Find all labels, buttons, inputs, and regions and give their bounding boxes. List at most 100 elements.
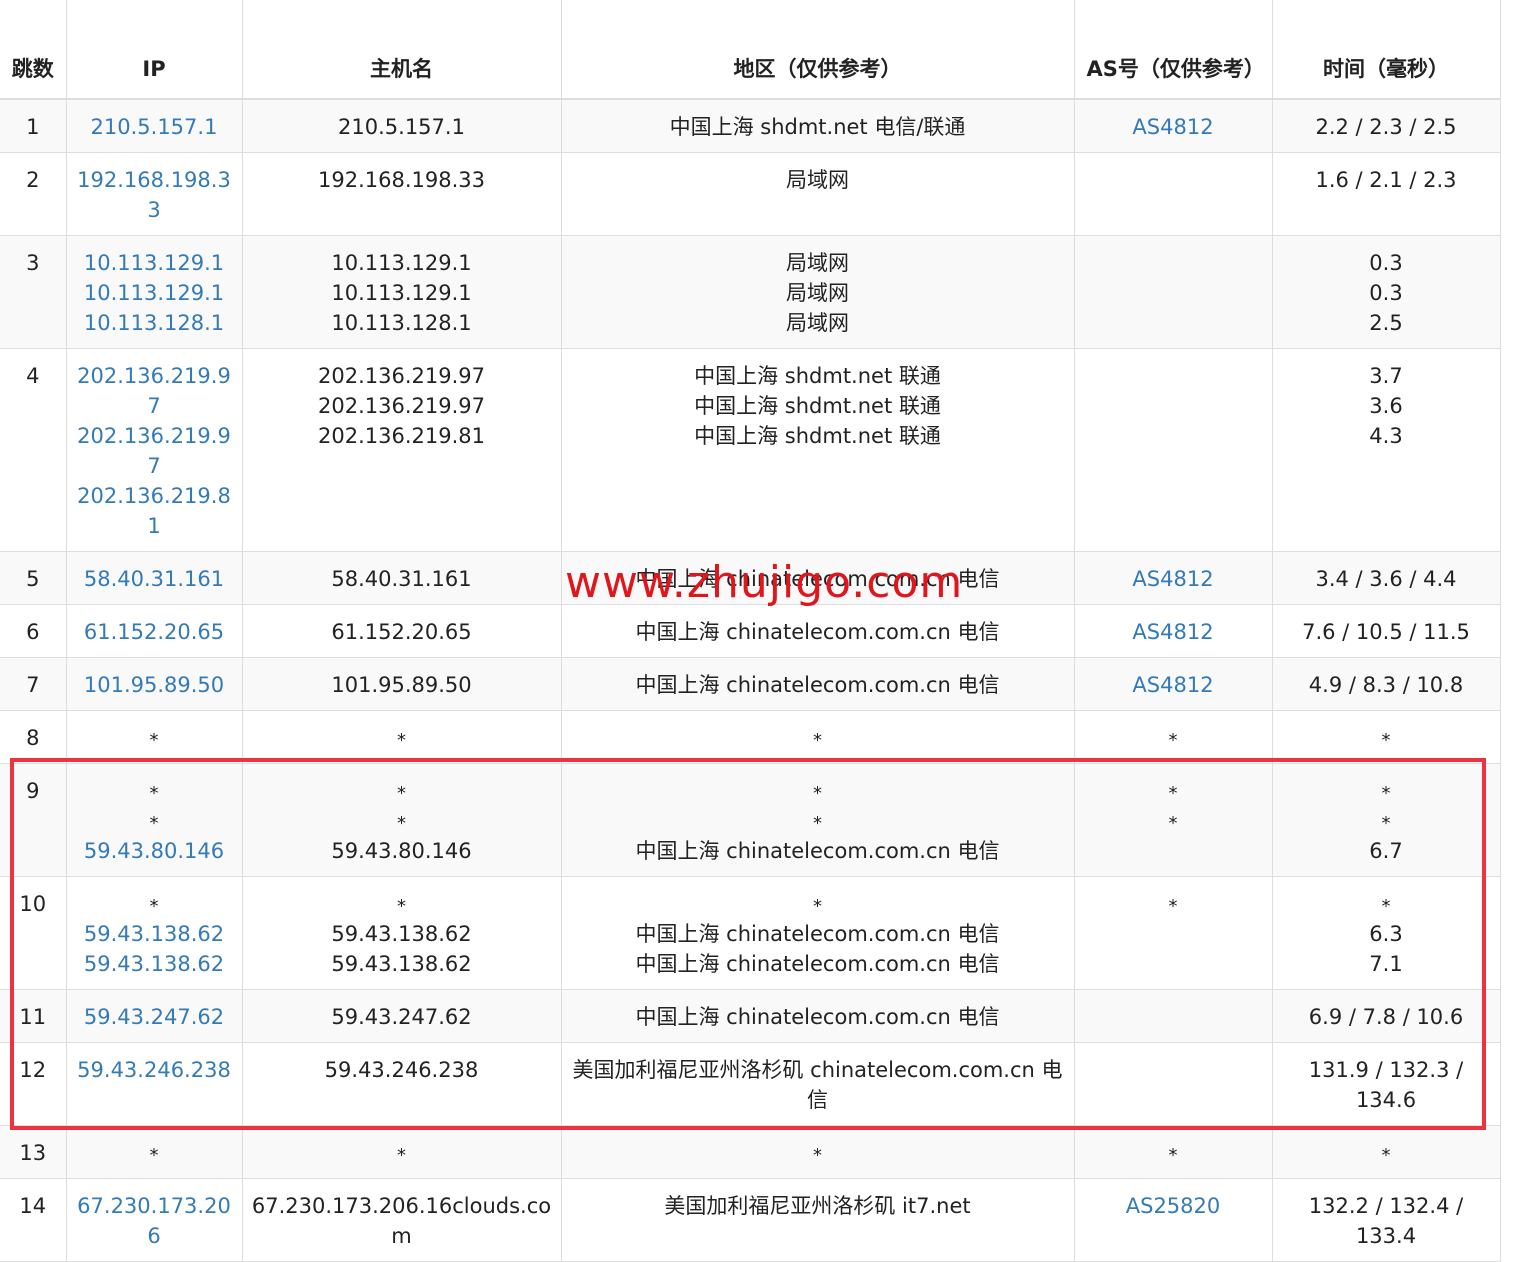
ip-link[interactable]: 58.40.31.161	[75, 564, 234, 594]
ip-cell: 202.136.219.97 202.136.219.97 202.136.219.…	[66, 348, 243, 552]
table-row: 9 * * 59.43.80.146 * * 59.43.80.146 * * 中国上海 chin…	[0, 763, 1501, 877]
as-cell: *	[1074, 710, 1273, 764]
ip-link[interactable]: 59.43.247.62	[75, 1002, 234, 1032]
host-text: 61.152.20.65	[331, 620, 472, 644]
time-text: 0.3	[1369, 251, 1403, 275]
ip-link[interactable]: 210.5.157.1	[75, 112, 234, 142]
region-cell: 中国上海 chinatelecom.com.cn 电信	[561, 989, 1075, 1043]
time-text: 2.2 / 2.3 / 2.5	[1315, 115, 1457, 139]
ip-cell: 59.43.246.238	[66, 1042, 243, 1126]
ip-link[interactable]: 192.168.198.33	[75, 165, 234, 225]
region-text: 局域网	[786, 311, 849, 335]
hop-cell: 7	[0, 657, 67, 711]
table-row: 14 67.230.173.206 67.230.173.206.16clouds.…	[0, 1178, 1501, 1262]
hop-cell: 4	[0, 348, 67, 552]
header-host: 主机名	[242, 0, 562, 100]
table-row: 7 101.95.89.50 101.95.89.50 中国上海 chinatelec…	[0, 657, 1501, 711]
host-text: 10.113.129.1	[331, 281, 472, 305]
as-text	[1083, 278, 1264, 308]
as-cell: AS25820	[1074, 1178, 1273, 1262]
hop-cell: 2	[0, 152, 67, 236]
ip-link[interactable]: 202.136.219.81	[75, 481, 234, 541]
ip-link[interactable]: 101.95.89.50	[75, 670, 234, 700]
as-link[interactable]: AS25820	[1083, 1191, 1264, 1221]
hop-cell: 1	[0, 99, 67, 153]
time-cell: * 6.3 7.1	[1272, 876, 1501, 990]
ip-link[interactable]: 202.136.219.97	[75, 421, 234, 481]
as-cell: AS4812	[1074, 551, 1273, 605]
ip-link[interactable]: 59.43.138.62	[75, 919, 234, 949]
as-cell	[1074, 235, 1273, 349]
as-link[interactable]: AS4812	[1083, 670, 1264, 700]
header-time: 时间（毫秒）	[1272, 0, 1501, 100]
ip-link[interactable]: 10.113.129.1	[75, 248, 234, 278]
host-text: 59.43.138.62	[331, 922, 472, 946]
host-cell: 59.43.246.238	[242, 1042, 562, 1126]
ip-link[interactable]: 10.113.129.1	[75, 278, 234, 308]
region-text: *	[813, 813, 822, 834]
as-text: *	[1168, 813, 1178, 834]
ip-text: *	[149, 783, 159, 804]
table-row: 2 192.168.198.33 192.168.198.33 局域网 1.6 / 2.…	[0, 152, 1501, 236]
as-link[interactable]: AS4812	[1083, 112, 1264, 142]
time-text: *	[1381, 1145, 1391, 1166]
time-cell: 131.9 / 132.3 / 134.6	[1272, 1042, 1501, 1126]
time-cell: * * 6.7	[1272, 763, 1501, 877]
time-text: 3.7	[1369, 364, 1403, 388]
ip-link[interactable]: 59.43.246.238	[75, 1055, 234, 1085]
ip-cell: * 59.43.138.62 59.43.138.62	[66, 876, 243, 990]
ip-cell: * * 59.43.80.146	[66, 763, 243, 877]
region-cell: *	[561, 710, 1075, 764]
ip-text: *	[149, 1145, 159, 1166]
region-cell: 美国加利福尼亚州洛杉矶 it7.net	[561, 1178, 1075, 1262]
as-cell	[1074, 152, 1273, 236]
as-text: *	[1168, 783, 1178, 804]
host-cell: 192.168.198.33	[242, 152, 562, 236]
region-text: 中国上海 shdmt.net 联通	[694, 424, 941, 448]
ip-link[interactable]: 67.230.173.206	[75, 1191, 234, 1251]
region-cell: 局域网	[561, 152, 1075, 236]
host-cell: 67.230.173.206.16clouds.com	[242, 1178, 562, 1262]
region-text: 中国上海 chinatelecom.com.cn 电信	[635, 1005, 1000, 1029]
ip-link[interactable]: 202.136.219.97	[75, 361, 234, 421]
ip-link[interactable]: 59.43.138.62	[75, 949, 234, 979]
ip-text: *	[149, 813, 159, 834]
time-cell: 3.7 3.6 4.3	[1272, 348, 1501, 552]
host-cell: * 59.43.138.62 59.43.138.62	[242, 876, 562, 990]
time-text: 6.3	[1369, 922, 1403, 946]
time-text: 7.6 / 10.5 / 11.5	[1302, 620, 1470, 644]
region-text: 局域网	[786, 251, 849, 275]
region-text: 中国上海 chinatelecom.com.cn 电信	[635, 952, 1000, 976]
as-cell: AS4812	[1074, 604, 1273, 658]
as-text	[1083, 391, 1264, 421]
as-cell: *	[1074, 876, 1273, 990]
as-cell: * *	[1074, 763, 1273, 877]
ip-link[interactable]: 10.113.128.1	[75, 308, 234, 338]
host-text: 67.230.173.206.16clouds.com	[251, 1194, 552, 1248]
hop-cell: 12	[0, 1042, 67, 1126]
ip-link[interactable]: 61.152.20.65	[75, 617, 234, 647]
header-hop: 跳数	[0, 0, 67, 100]
region-text: *	[813, 896, 822, 917]
region-cell: * 中国上海 chinatelecom.com.cn 电信 中国上海 chinate…	[561, 876, 1075, 990]
as-link[interactable]: AS4812	[1083, 617, 1264, 647]
time-cell: 4.9 / 8.3 / 10.8	[1272, 657, 1501, 711]
time-text: 0.3	[1369, 281, 1403, 305]
host-cell: * * 59.43.80.146	[242, 763, 562, 877]
host-cell: 59.43.247.62	[242, 989, 562, 1043]
time-cell: 132.2 / 132.4 / 133.4	[1272, 1178, 1501, 1262]
host-text: *	[397, 813, 406, 834]
as-link[interactable]: AS4812	[1083, 564, 1264, 594]
header-as: AS号（仅供参考）	[1074, 0, 1273, 100]
ip-cell: 101.95.89.50	[66, 657, 243, 711]
region-text: *	[813, 730, 822, 751]
as-text	[1083, 308, 1264, 338]
region-cell: 中国上海 shdmt.net 联通 中国上海 shdmt.net 联通 中国上海 s…	[561, 348, 1075, 552]
ip-link[interactable]: 59.43.80.146	[75, 836, 234, 866]
hop-cell: 6	[0, 604, 67, 658]
table-row: 3 10.113.129.1 10.113.129.1 10.113.128.1 10.…	[0, 235, 1501, 349]
time-text: 1.6 / 2.1 / 2.3	[1315, 168, 1457, 192]
time-cell: *	[1272, 710, 1501, 764]
region-cell: 中国上海 chinatelecom.com.cn 电信	[561, 657, 1075, 711]
host-text: 59.43.246.238	[324, 1058, 479, 1082]
